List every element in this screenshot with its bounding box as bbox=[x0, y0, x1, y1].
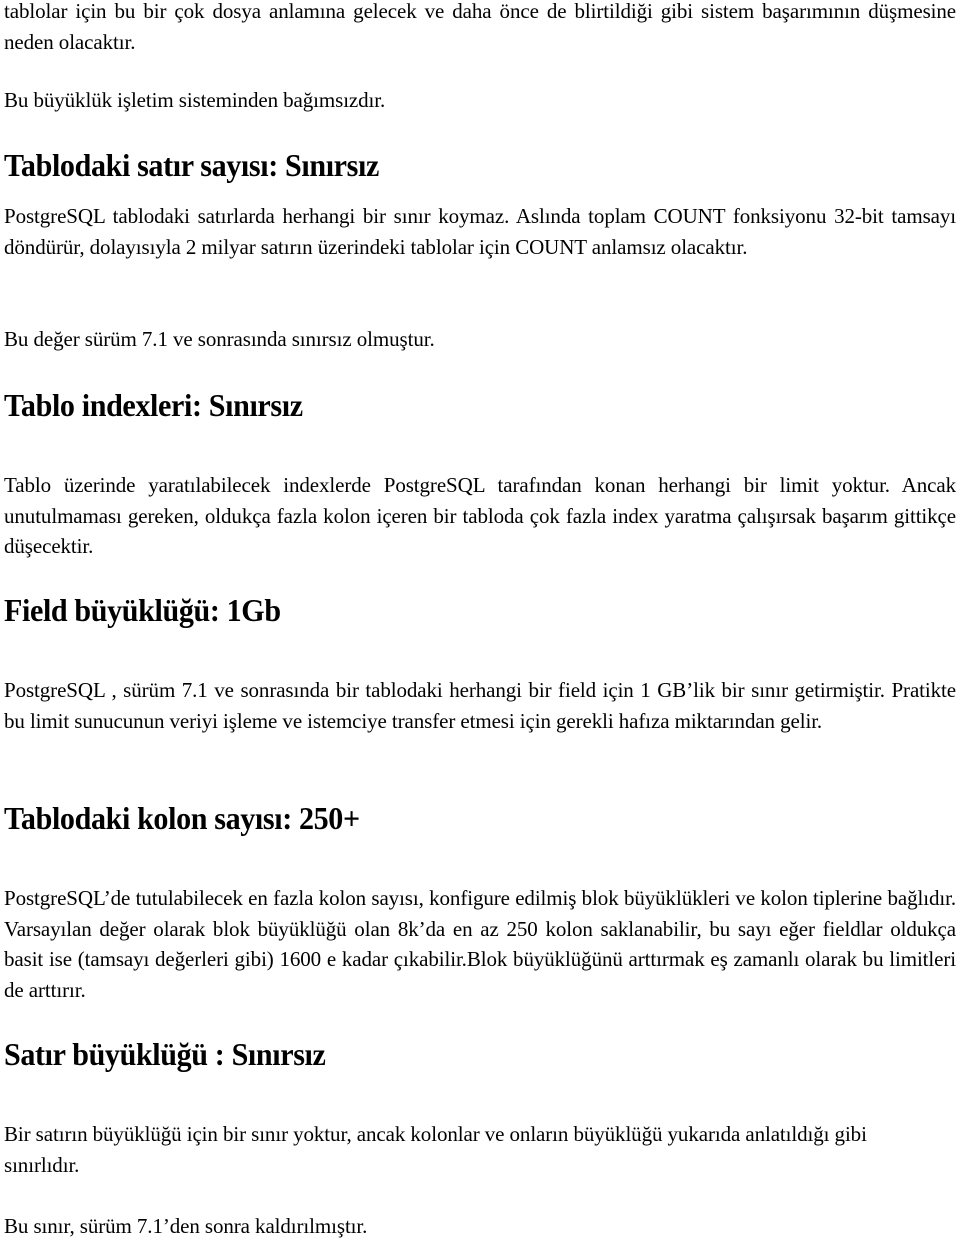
field-size-paragraph: PostgreSQL , sürüm 7.1 ve sonrasında bir… bbox=[4, 678, 956, 733]
os-independence-note: Bu büyüklük işletim sisteminden bağımsız… bbox=[4, 88, 386, 112]
intro-paragraph-block: tablolar için bu bir çok dosya anlamına … bbox=[4, 0, 956, 57]
row-size-paragraph: Bir satırın büyüklüğü için bir sınır yok… bbox=[4, 1122, 867, 1177]
intro-paragraph: tablolar için bu bir çok dosya anlamına … bbox=[4, 0, 956, 54]
column-count-paragraph: PostgreSQL’de tutulabilecek en fazla kol… bbox=[4, 886, 956, 1002]
section-heading-field-size: Field büyüklüğü: 1Gb bbox=[4, 592, 281, 628]
section-heading-column-count: Tablodaki kolon sayısı: 250+ bbox=[4, 800, 360, 836]
section-heading-row-size: Satır büyüklüğü : Sınırsız bbox=[4, 1036, 326, 1072]
table-indexes-paragraph: Tablo üzerinde yaratılabilecek indexlerd… bbox=[4, 473, 956, 558]
row-count-version-note: Bu değer sürüm 7.1 ve sonrasında sınırsı… bbox=[4, 327, 435, 351]
row-count-paragraph: PostgreSQL tablodaki satırlarda herhangi… bbox=[4, 204, 956, 259]
intro-note-block: Bu büyüklük işletim sisteminden bağımsız… bbox=[4, 85, 956, 116]
section-heading-row-count: Tablodaki satır sayısı: Sınırsız bbox=[4, 147, 379, 183]
section-heading-table-indexes: Tablo indexleri: Sınırsız bbox=[4, 387, 303, 423]
row-size-version-note: Bu sınır, sürüm 7.1’den sonra kaldırılmı… bbox=[4, 1214, 368, 1238]
